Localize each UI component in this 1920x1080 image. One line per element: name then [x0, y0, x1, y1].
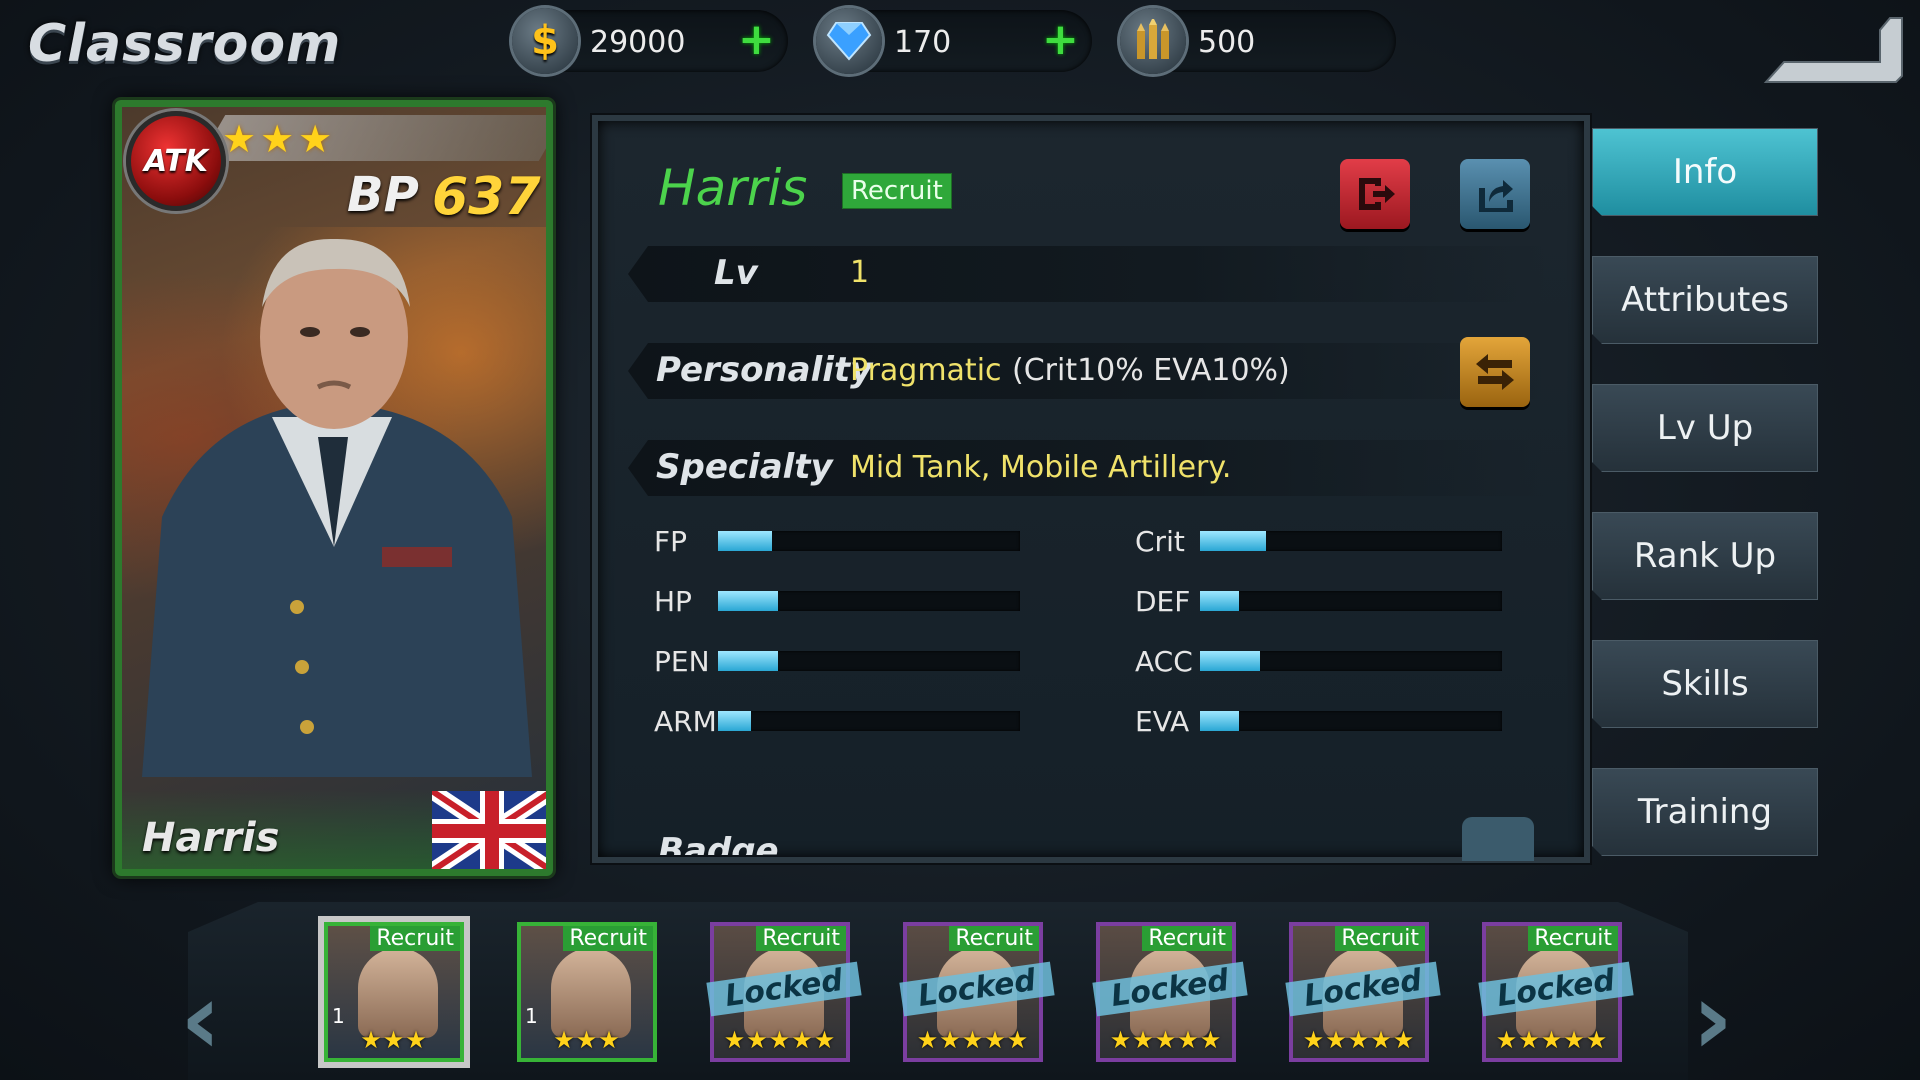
stat-bar-fill: [718, 531, 773, 551]
menu-rank-up-button[interactable]: Rank Up: [1592, 512, 1818, 600]
stat-label-acc: ACC: [1135, 645, 1193, 678]
roster-slot[interactable]: Recruit Locked ★★★★★: [1285, 922, 1441, 1062]
badge-label: Badge: [658, 831, 779, 871]
add-gold-button[interactable]: +: [738, 18, 775, 62]
add-gems-button[interactable]: +: [1042, 18, 1079, 62]
ammo-currency: 500: [1120, 8, 1396, 74]
stat-label-hp: HP: [654, 585, 692, 618]
stat-bar-fill: [1200, 591, 1240, 611]
stat-bar-def: [1200, 591, 1502, 611]
gems-currency: 170 +: [816, 8, 1092, 74]
stat-bar-fill: [1200, 711, 1240, 731]
stat-bar-crit: [1200, 531, 1502, 551]
stat-bar-arm: [718, 711, 1020, 731]
rank-badge: Recruit: [842, 173, 952, 209]
slot-rank-badge: Recruit: [1142, 926, 1232, 951]
roster-slot[interactable]: Recruit Locked ★★★★★: [706, 922, 862, 1062]
officer-avatar: [551, 948, 631, 1038]
menu-training-button[interactable]: Training: [1592, 768, 1818, 856]
ammo-value: 500: [1198, 25, 1256, 60]
roster-prev-button[interactable]: ‹: [180, 960, 221, 1077]
officer-portrait: [142, 238, 532, 777]
stat-bar-acc: [1200, 651, 1502, 671]
stat-label-fp: FP: [654, 525, 687, 558]
personality-value: Pragmatic: [850, 353, 1002, 388]
card-hero-name: Harris: [142, 815, 280, 861]
specialty-label: Specialty: [656, 447, 833, 487]
info-panel: Harris Recruit Lv 1 Personality Pragmati…: [592, 115, 1590, 863]
stat-bar-pen: [718, 651, 1020, 671]
dollar-coin-icon: $: [512, 8, 578, 74]
slot-stars: ★★★★★: [1495, 1026, 1609, 1054]
slot-level: 1: [332, 1004, 345, 1028]
roster-slot[interactable]: Recruit 1 ★★★: [517, 922, 657, 1062]
uk-flag-icon: [432, 791, 546, 869]
stat-label-crit: Crit: [1135, 525, 1185, 558]
stat-label-eva: EVA: [1135, 705, 1190, 738]
share-icon: [1479, 180, 1513, 212]
slot-rank-badge: Recruit: [1335, 926, 1425, 951]
stat-bar-fill: [718, 651, 779, 671]
stat-label-arm: ARM: [654, 705, 717, 738]
menu-info-button[interactable]: Info: [1592, 128, 1818, 216]
atk-badge: ATK: [126, 111, 226, 211]
bp-label: BP: [347, 167, 419, 223]
gold-currency: $ 29000 +: [512, 8, 788, 74]
share-button[interactable]: [1460, 159, 1530, 229]
stat-label-def: DEF: [1135, 585, 1191, 618]
menu-lv-up-button[interactable]: Lv Up: [1592, 384, 1818, 472]
personality-bonus: (Crit10% EVA10%): [1012, 353, 1290, 388]
slot-rank-badge: Recruit: [1528, 926, 1618, 951]
roster-slot[interactable]: Recruit Locked ★★★★★: [1092, 922, 1248, 1062]
slot-stars: ★★★: [360, 1026, 428, 1054]
gems-value: 170: [894, 25, 952, 60]
slot-stars: ★★★: [553, 1026, 621, 1054]
slot-stars: ★★★★★: [723, 1026, 837, 1054]
specialty-value: Mid Tank, Mobile Artillery.: [850, 450, 1232, 485]
ammo-icon: [1120, 8, 1186, 74]
slot-stars: ★★★★★: [1302, 1026, 1416, 1054]
exit-icon: [1359, 178, 1395, 210]
personality-label: Personality: [656, 350, 873, 390]
roster-next-button[interactable]: ›: [1692, 960, 1733, 1077]
card-stars: ★★★: [222, 117, 337, 161]
menu-skills-button[interactable]: Skills: [1592, 640, 1818, 728]
roster-slot[interactable]: Recruit Locked ★★★★★: [1478, 922, 1634, 1062]
gold-value: 29000: [590, 25, 686, 60]
stat-bar-fill: [718, 711, 752, 731]
roster-slot[interactable]: Recruit 1 ★★★: [324, 922, 464, 1062]
stat-bar-eva: [1200, 711, 1502, 731]
back-arrow-icon: [1763, 17, 1903, 83]
stat-label-pen: PEN: [654, 645, 710, 678]
stat-bar-fill: [718, 591, 779, 611]
slot-rank-badge: Recruit: [370, 926, 460, 951]
slot-rank-badge: Recruit: [949, 926, 1039, 951]
officer-avatar: [358, 948, 438, 1038]
swap-icon: [1476, 354, 1514, 390]
level-value: 1: [850, 255, 870, 290]
roster-slot[interactable]: Recruit Locked ★★★★★: [899, 922, 1055, 1062]
stat-bar-hp: [718, 591, 1020, 611]
slot-stars: ★★★★★: [1109, 1026, 1223, 1054]
hero-name: Harris: [658, 159, 808, 217]
level-label: Lv: [714, 253, 758, 293]
slot-level: 1: [525, 1004, 538, 1028]
slot-rank-badge: Recruit: [563, 926, 653, 951]
diamond-icon: [816, 8, 882, 74]
stat-bar-fill: [1200, 651, 1261, 671]
dismiss-button[interactable]: [1340, 159, 1410, 229]
change-personality-button[interactable]: [1460, 337, 1530, 407]
level-row: [628, 246, 1548, 302]
stat-bar-fp: [718, 531, 1020, 551]
slot-stars: ★★★★★: [916, 1026, 1030, 1054]
menu-attributes-button[interactable]: Attributes: [1592, 256, 1818, 344]
hero-card: ATK ★★★ BP 637 Harris: [115, 100, 553, 876]
back-button[interactable]: [1756, 10, 1906, 90]
badge-slot-icon[interactable]: [1462, 817, 1534, 861]
stat-bar-fill: [1200, 531, 1267, 551]
slot-rank-badge: Recruit: [756, 926, 846, 951]
page-title: Classroom: [28, 14, 342, 74]
